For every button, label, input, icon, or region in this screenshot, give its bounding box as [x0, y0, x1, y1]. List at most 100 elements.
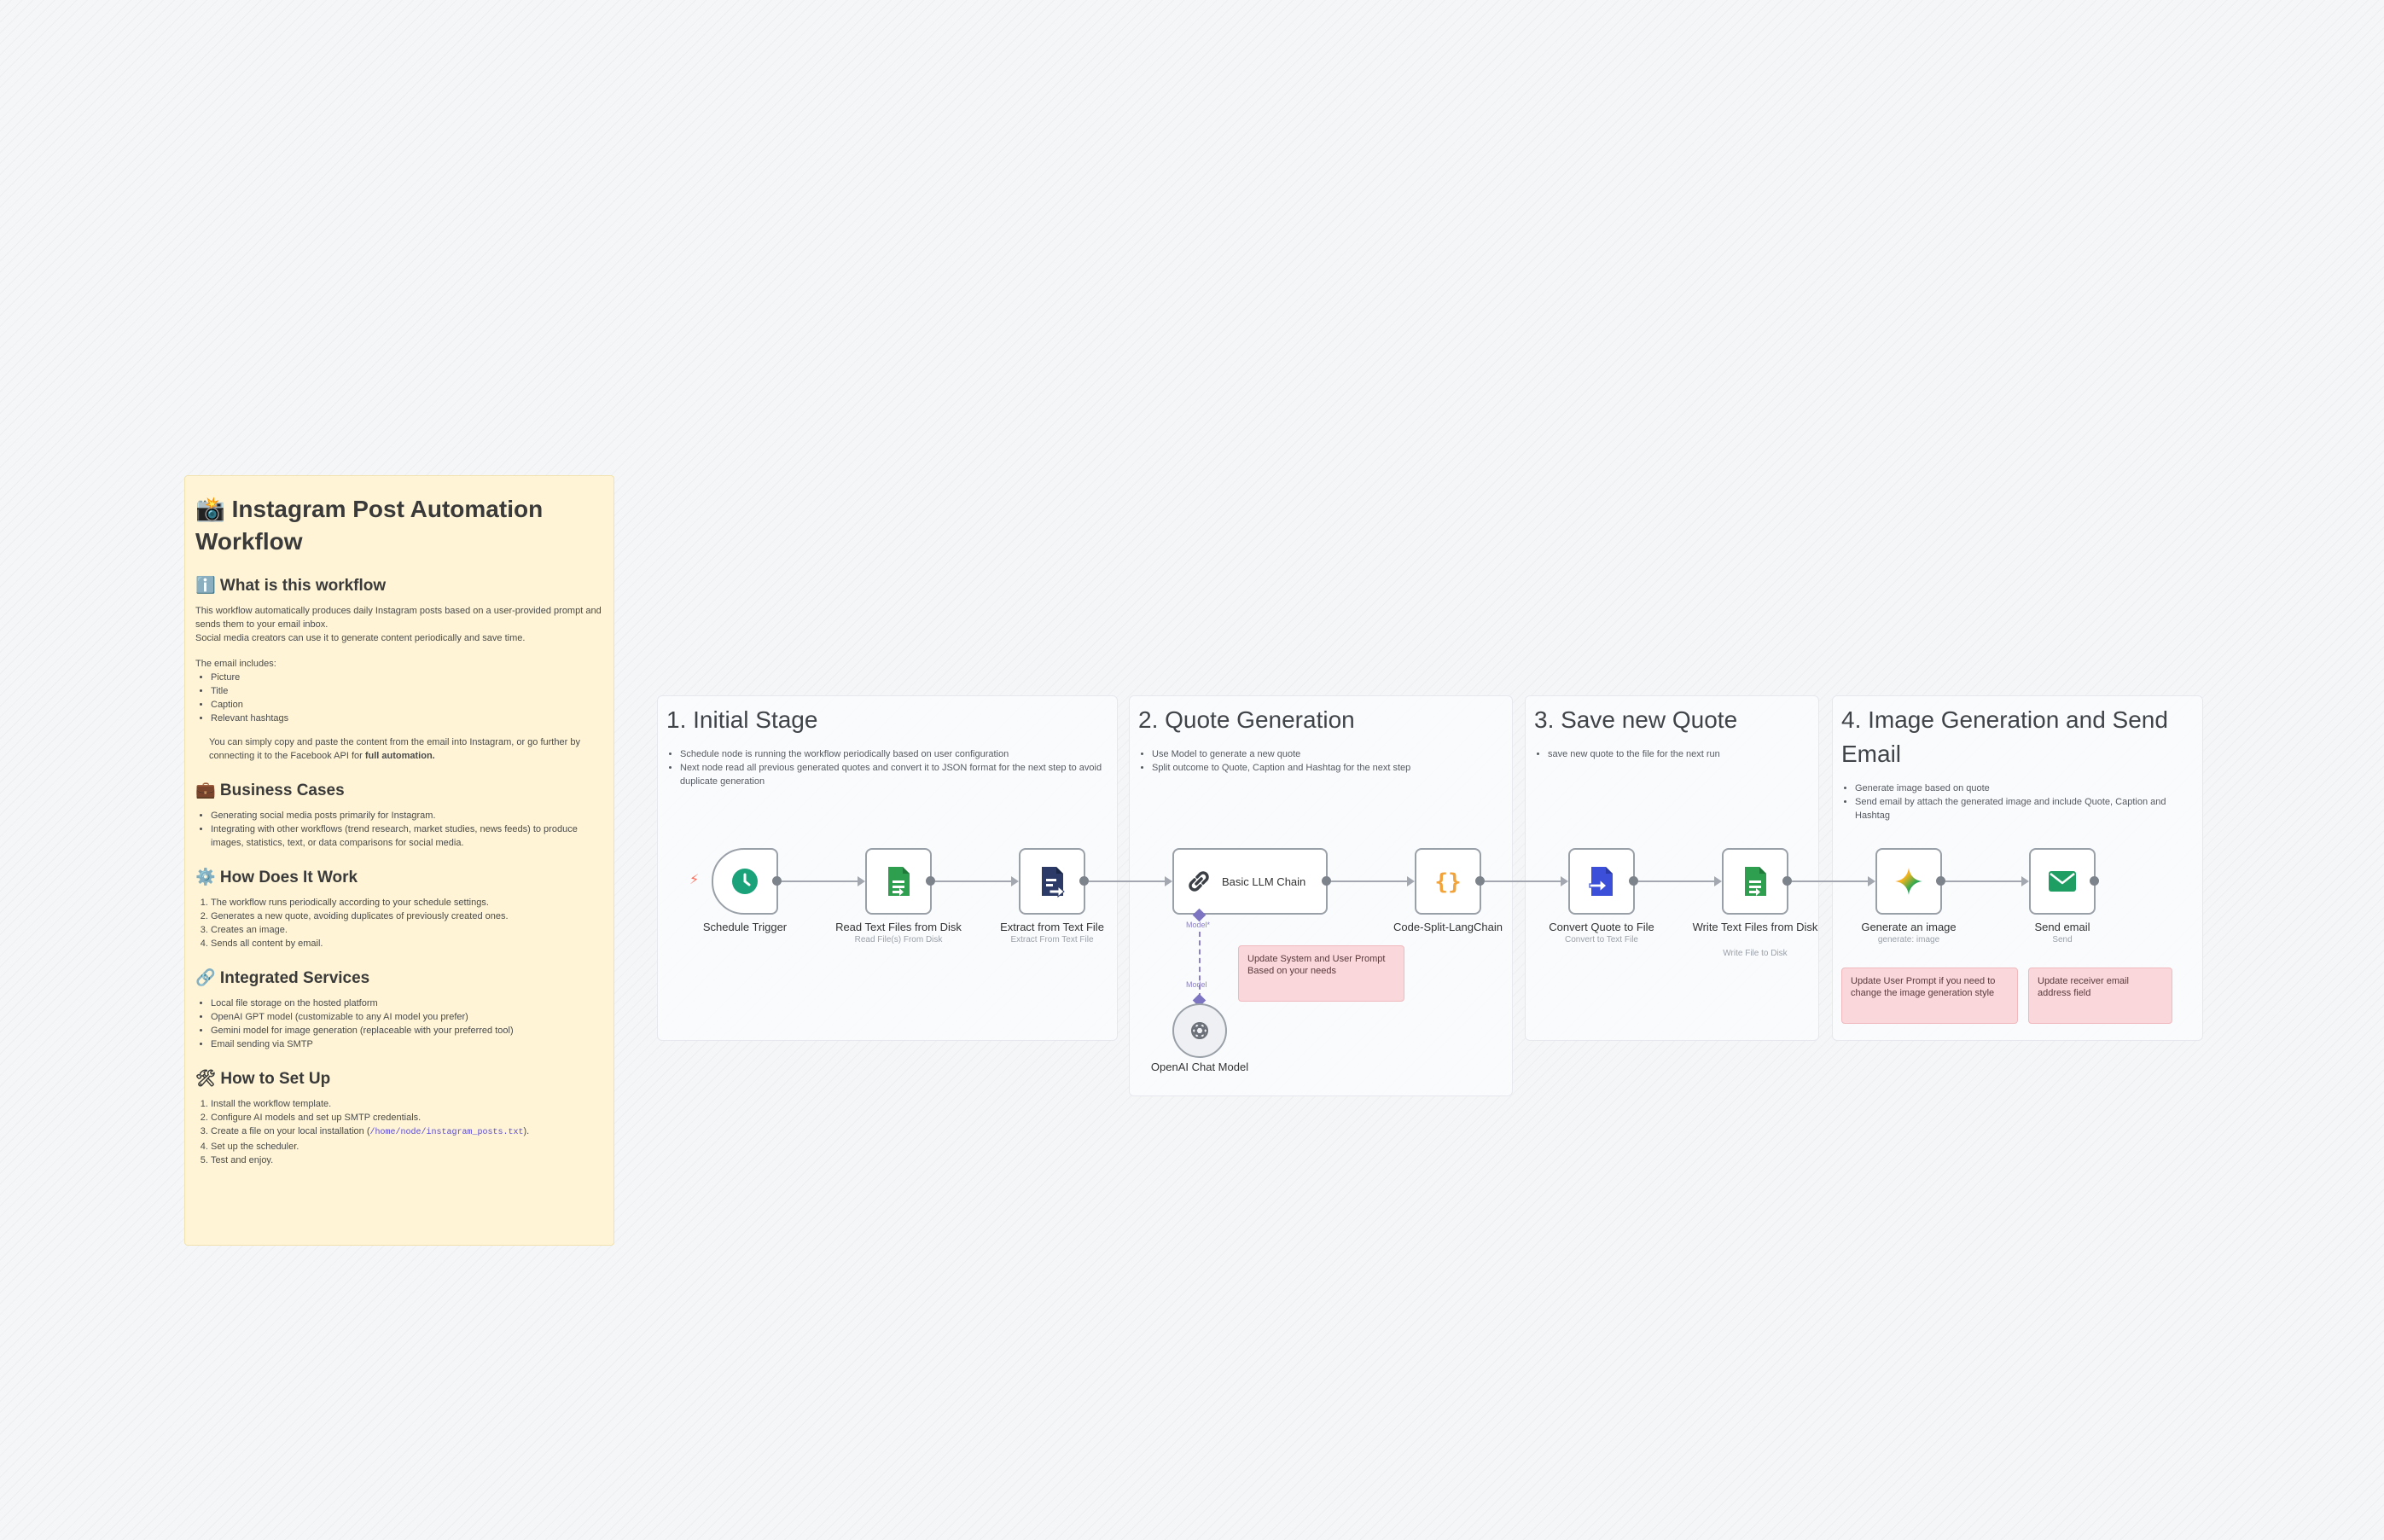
section-title: 1. Initial Stage — [666, 706, 818, 733]
connection[interactable] — [782, 880, 860, 882]
services-heading: 🔗 Integrated Services — [195, 969, 370, 987]
trigger-bolt-icon: ⚡ — [689, 873, 700, 887]
write-text-files-node[interactable] — [1722, 848, 1788, 915]
connection-arrow — [1407, 876, 1415, 886]
output-handle[interactable] — [1782, 876, 1792, 886]
connection[interactable] — [1331, 880, 1410, 882]
convert-quote-node[interactable] — [1568, 848, 1635, 915]
list-item: Caption — [211, 698, 603, 712]
list-item: Set up the scheduler. — [211, 1140, 603, 1154]
connection-arrow — [1165, 876, 1172, 886]
list-item: Send email by attach the generated image… — [1855, 795, 2194, 822]
output-handle[interactable] — [1629, 876, 1638, 886]
section-title: 3. Save new Quote — [1534, 706, 1738, 733]
file-convert-icon — [1589, 867, 1613, 896]
list-item: Local file storage on the hosted platfor… — [211, 997, 603, 1010]
extract-text-file-node[interactable] — [1019, 848, 1085, 915]
openai-chat-model-node[interactable] — [1172, 1003, 1227, 1058]
output-handle[interactable] — [1936, 876, 1945, 886]
svg-text:{}: {} — [1434, 869, 1461, 895]
list-item: Test and enjoy. — [211, 1154, 603, 1167]
list-item: Generating social media posts primarily … — [211, 809, 603, 822]
generate-image-node[interactable] — [1875, 848, 1942, 915]
node-label: Code-Split-LangChain — [1393, 921, 1503, 933]
node-label: Generate an image — [1861, 921, 1957, 933]
braces-icon: {} — [1434, 869, 1461, 895]
list-item: The workflow runs periodically according… — [211, 896, 603, 909]
list-item: Title — [211, 684, 603, 698]
connection[interactable] — [1089, 880, 1167, 882]
how-heading: ⚙️ How Does It Work — [195, 869, 358, 886]
node-subtitle: Send — [2052, 935, 2073, 944]
list-item: Generate image based on quote — [1855, 782, 2194, 795]
output-handle[interactable] — [1322, 876, 1331, 886]
what-paragraph-1: This workflow automatically produces dai… — [195, 606, 602, 630]
send-email-node[interactable] — [2029, 848, 2096, 915]
section-title: 4. Image Generation and Send Email — [1841, 706, 2168, 767]
envelope-icon — [2049, 871, 2076, 892]
output-handle[interactable] — [772, 876, 782, 886]
node-label: Send email — [2034, 921, 2090, 933]
list-item: Next node read all previous generated qu… — [680, 761, 1108, 788]
receiver-email-note[interactable]: Update receiver email address field — [2028, 968, 2172, 1024]
schedule-trigger-node[interactable] — [712, 848, 778, 915]
section-title: 2. Quote Generation — [1138, 706, 1355, 733]
list-item: Gemini model for image generation (repla… — [211, 1024, 603, 1037]
output-handle[interactable] — [1475, 876, 1485, 886]
output-handle[interactable] — [926, 876, 935, 886]
workflow-canvas[interactable]: 📸 Instagram Post Automation Workflow ℹ️ … — [0, 0, 2384, 1540]
workflow-description-note[interactable]: 📸 Instagram Post Automation Workflow ℹ️ … — [184, 475, 614, 1246]
connection-arrow — [1561, 876, 1568, 886]
basic-llm-chain-node[interactable]: Basic LLM Chain — [1172, 848, 1328, 915]
connection[interactable] — [1945, 880, 2024, 882]
services-list: Local file storage on the hosted platfor… — [195, 997, 603, 1051]
business-heading: 💼 Business Cases — [195, 782, 345, 799]
connection[interactable] — [935, 880, 1014, 882]
connection[interactable] — [1638, 880, 1717, 882]
read-text-files-node[interactable] — [865, 848, 932, 915]
node-title: Basic LLM Chain — [1222, 875, 1306, 888]
link-chain-icon — [1189, 871, 1209, 892]
output-handle[interactable] — [1079, 876, 1089, 886]
list-item: OpenAI GPT model (customizable to any AI… — [211, 1010, 603, 1024]
setup-3-pre: Create a file on your local installation… — [211, 1126, 370, 1136]
image-prompt-note[interactable]: Update User Prompt if you need to change… — [1841, 968, 2018, 1024]
list-item: Create a file on your local installation… — [211, 1124, 603, 1140]
file-path-code: /home/node/instagram_posts.txt — [369, 1128, 524, 1137]
how-list: The workflow runs periodically according… — [195, 896, 603, 950]
email-includes-list: Picture Title Caption Relevant hashtags — [195, 671, 603, 725]
connection[interactable] — [1485, 880, 1563, 882]
system-prompt-note[interactable]: Update System and User Prompt Based on y… — [1238, 945, 1404, 1002]
node-label: Write Text Files from Disk — [1692, 921, 1818, 933]
email-includes-label: The email includes: — [195, 659, 276, 669]
connection-arrow — [2021, 876, 2029, 886]
gemini-sparkle-icon — [1895, 868, 1922, 895]
code-split-node[interactable]: {} — [1415, 848, 1481, 915]
node-subtitle: Extract From Text File — [1010, 935, 1094, 944]
business-list: Generating social media posts primarily … — [195, 809, 603, 850]
node-label: Schedule Trigger — [702, 921, 788, 933]
list-item: Picture — [211, 671, 603, 684]
node-subtitle: Convert to Text File — [1565, 935, 1638, 944]
node-subtitle: generate: image — [1877, 935, 1940, 944]
setup-3-post: ). — [523, 1126, 530, 1136]
output-handle[interactable] — [2090, 876, 2099, 886]
list-item: Split outcome to Quote, Caption and Hash… — [1152, 761, 1503, 775]
list-item: save new quote to the file for the next … — [1548, 747, 1810, 761]
what-paragraph-2: Social media creators can use it to gene… — [195, 633, 526, 643]
connection-arrow — [1011, 876, 1019, 886]
node-label: Read Text Files from Disk — [835, 921, 962, 933]
file-write-icon — [1745, 867, 1766, 896]
node-label: Extract from Text File — [1000, 921, 1104, 933]
tip-paragraph: You can simply copy and paste the conten… — [195, 735, 603, 763]
connection-arrow — [1868, 876, 1875, 886]
connection[interactable] — [1792, 880, 1870, 882]
list-item: Configure AI models and set up SMTP cred… — [211, 1111, 603, 1124]
list-item: Use Model to generate a new quote — [1152, 747, 1503, 761]
what-heading: ℹ️ What is this workflow — [195, 577, 387, 595]
list-item: Install the workflow template. — [211, 1097, 603, 1111]
openai-icon — [1191, 1022, 1208, 1039]
section-bullets: Schedule node is running the workflow pe… — [666, 747, 1108, 788]
list-item: Relevant hashtags — [211, 712, 603, 725]
setup-heading: 🛠 How to Set Up — [195, 1070, 331, 1088]
